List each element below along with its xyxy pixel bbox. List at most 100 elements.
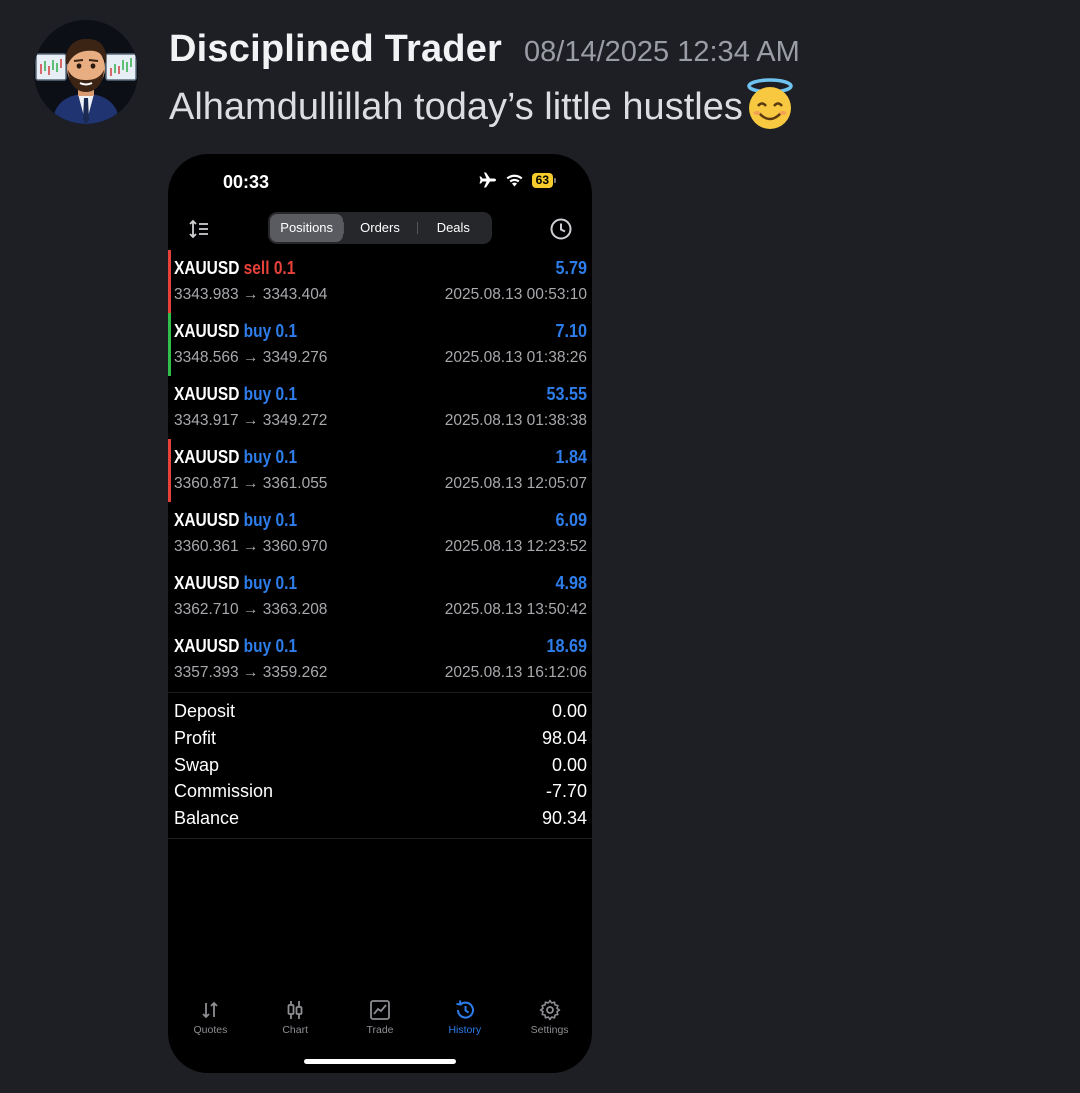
deal-row[interactable]: XAUUSD buy 0.1 1.84 3360.871 → 3361.055 … [168,439,592,502]
chat-message: Disciplined Trader 08/14/2025 12:34 AM A… [0,0,1080,1093]
arrow-icon: → [242,286,259,303]
tab-quotes[interactable]: Quotes [168,992,253,1048]
arrow-icon: → [242,349,259,366]
status-time: 00:33 [223,172,270,192]
deal-side-marker [168,628,171,691]
deal-volume: 0.1 [275,447,298,467]
deal-title: XAUUSD buy 0.1 [174,321,297,342]
deal-symbol: XAUUSD [174,510,240,530]
summary-label: Commission [174,781,274,802]
attached-screenshot[interactable]: 00:33 63 Positions Orders Deals XAUUSD s… [168,154,592,1073]
tab-label: Settings [530,1024,569,1036]
segment-positions[interactable]: Positions [270,214,344,242]
summary-value: -7.70 [545,781,587,802]
deal-side: buy [243,510,272,530]
deal-row[interactable]: XAUUSD buy 0.1 4.98 3362.710 → 3363.208 … [168,565,592,628]
airplane-icon [479,172,496,188]
smiling-face-with-halo-icon [747,78,793,129]
history-icon [456,1000,474,1019]
deal-profit: 4.98 [555,573,587,593]
deal-time: 2025.08.13 13:50:42 [444,601,587,618]
deal-time: 2025.08.13 16:12:06 [444,664,587,681]
tab-settings[interactable]: Settings [507,992,592,1048]
sort-icon[interactable] [186,216,212,242]
deal-close-price: 3363.208 [262,601,328,618]
deal-volume: 0.1 [273,258,296,278]
message-text-row: Alhamdullillah today’s little hustles [169,78,797,132]
deal-profit: 7.10 [555,321,587,341]
deal-volume: 0.1 [275,636,298,656]
deal-volume: 0.1 [275,384,298,404]
deal-close-price: 3349.276 [262,349,328,366]
arrow-icon: → [242,538,259,555]
deal-volume: 0.1 [275,510,298,530]
history-summary: Deposit 0.00 Profit 98.04 Swap 0.00 Comm… [168,692,592,839]
clock-icon[interactable] [548,216,574,242]
deal-row[interactable]: XAUUSD buy 0.1 53.55 3343.917 → 3349.272… [168,376,592,439]
summary-row-balance: Balance 90.34 [168,805,592,832]
deal-row[interactable]: XAUUSD sell 0.1 5.79 3343.983 → 3343.404… [168,250,592,313]
deal-title: XAUUSD sell 0.1 [174,258,295,279]
summary-label: Balance [174,808,240,829]
history-toolbar: Positions Orders Deals [168,212,592,246]
tab-chart[interactable]: Chart [253,992,338,1048]
deal-profit: 6.09 [555,510,587,530]
deal-time: 2025.08.13 01:38:26 [444,349,587,366]
arrow-icon: → [242,475,259,492]
deal-open-price: 3348.566 [174,349,239,366]
summary-value: 0.00 [551,701,587,721]
deal-side: buy [243,636,272,656]
message-header: Disciplined Trader 08/14/2025 12:34 AM [169,28,800,71]
deal-prices: 3362.710 → 3363.208 [174,601,327,619]
deal-profit: 5.79 [555,258,587,278]
deal-row[interactable]: XAUUSD buy 0.1 7.10 3348.566 → 3349.276 … [168,313,592,376]
deal-prices: 3357.393 → 3359.262 [174,664,327,682]
summary-value: 90.34 [541,808,587,829]
deal-close-price: 3360.970 [262,538,328,555]
segment-deals[interactable]: Deals [416,214,490,242]
deal-open-price: 3362.710 [174,601,239,618]
tab-label: Chart [282,1024,309,1036]
deal-list: XAUUSD sell 0.1 5.79 3343.983 → 3343.404… [168,250,592,691]
deal-title: XAUUSD buy 0.1 [174,573,297,594]
summary-value: 0.00 [551,754,587,775]
message-timestamp: 08/14/2025 12:34 AM [524,36,800,68]
history-segmented-control: Positions Orders Deals [268,212,492,244]
deal-open-price: 3343.983 [174,286,239,303]
deal-time: 2025.08.13 12:23:52 [444,538,587,555]
battery-level: 63 [531,172,553,188]
deal-side-marker [168,439,171,502]
status-icons: 63 [479,172,556,188]
deal-close-price: 3361.055 [262,475,328,492]
segment-orders[interactable]: Orders [343,214,416,242]
summary-label: Profit [174,727,217,748]
deal-volume: 0.1 [275,321,298,341]
summary-value: 98.04 [541,727,587,748]
deal-row[interactable]: XAUUSD buy 0.1 18.69 3357.393 → 3359.262… [168,628,592,691]
author-name[interactable]: Disciplined Trader [169,28,502,71]
deal-symbol: XAUUSD [174,384,240,404]
deal-title: XAUUSD buy 0.1 [174,510,297,531]
deal-profit: 1.84 [555,447,587,467]
user-avatar[interactable] [34,20,138,124]
deal-time: 2025.08.13 12:05:07 [444,475,587,492]
tab-label: Trade [366,1024,394,1036]
summary-row-swap: Swap 0.00 [168,752,592,779]
deal-open-price: 3357.393 [174,664,239,681]
tab-trade[interactable]: Trade [338,992,423,1048]
deal-close-price: 3343.404 [262,286,328,303]
deal-side-marker [168,376,171,439]
deal-row[interactable]: XAUUSD buy 0.1 6.09 3360.361 → 3360.970 … [168,502,592,565]
home-indicator[interactable] [304,1059,456,1064]
deal-side: buy [243,384,272,404]
chart-icon [287,1001,303,1019]
summary-label: Deposit [174,701,236,721]
deal-prices: 3343.917 → 3349.272 [174,412,327,430]
deal-side-marker [168,565,171,628]
tab-history[interactable]: History [422,992,507,1048]
deal-time: 2025.08.13 00:53:10 [444,286,587,303]
deal-close-price: 3359.262 [262,664,328,681]
status-bar: 00:33 63 [168,154,592,210]
deal-prices: 3343.983 → 3343.404 [174,286,327,304]
battery-tip [554,177,556,183]
